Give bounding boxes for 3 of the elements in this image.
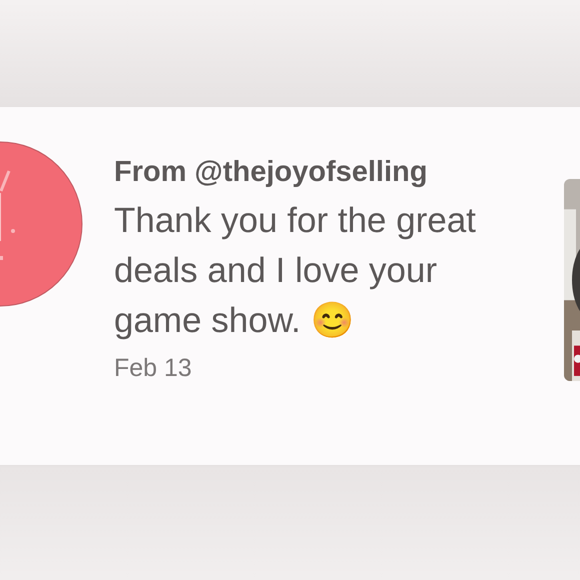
date-label: Feb 13 [114, 353, 193, 384]
message-text: Thank you for the great deals and I love your game show. 😊 [114, 201, 476, 340]
sender-name: From @thejoyofselling [114, 155, 428, 190]
